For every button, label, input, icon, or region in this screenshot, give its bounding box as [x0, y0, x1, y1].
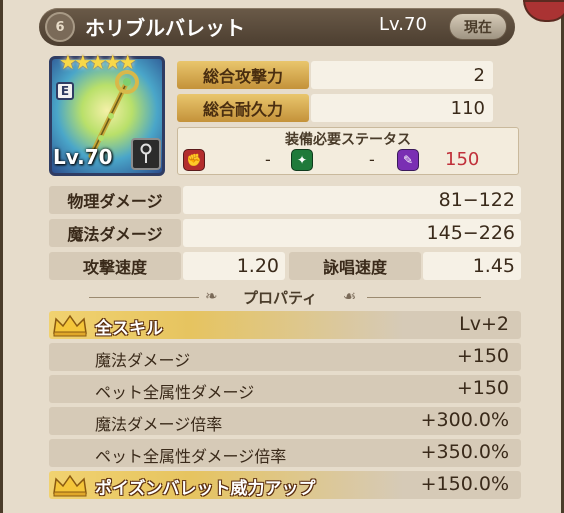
property-name: 全スキル	[95, 319, 163, 339]
grade-badge: E	[56, 82, 74, 100]
properties-title: プロパティ	[243, 289, 318, 307]
total-attack-value: 2	[311, 61, 493, 89]
total-durability-label: 総合耐久力	[177, 94, 309, 122]
crown-icon	[53, 474, 87, 497]
item-detail-panel: 6 ホリブルバレット Lv.70 現在 ★★★★★ E Lv.70 総合攻撃力 …	[0, 0, 564, 513]
property-name: 魔法ダメージ倍率	[95, 415, 223, 434]
magic-damage-value: 145−226	[183, 219, 521, 247]
divider-left	[89, 297, 199, 298]
lock-icon[interactable]: 6	[45, 12, 75, 42]
total-durability-value: 110	[311, 94, 493, 122]
key-icon[interactable]	[131, 138, 161, 170]
current-button[interactable]: 現在	[449, 13, 507, 40]
property-value: Lv+2	[459, 313, 509, 335]
cast-speed-value: 1.45	[423, 252, 521, 280]
item-level: Lv.70	[379, 14, 427, 35]
physical-damage-label: 物理ダメージ	[49, 186, 181, 214]
property-name: ポイズンバレット威力アップ	[95, 479, 316, 499]
property-name: ペット全属性ダメージ	[95, 383, 255, 402]
intelligence-icon: ✎	[397, 149, 419, 171]
physical-damage-value: 81−122	[183, 186, 521, 214]
strength-requirement: -	[265, 150, 271, 169]
property-value: +150	[456, 377, 509, 399]
ornament-right-icon: ☙	[343, 287, 357, 305]
total-attack-label: 総合攻撃力	[177, 61, 309, 89]
property-value: +150	[456, 345, 509, 367]
item-name: ホリブルバレット	[85, 16, 245, 40]
property-name: 魔法ダメージ	[95, 351, 191, 370]
cast-speed-label: 詠唱速度	[289, 252, 421, 280]
requirements-title: 装備必要ステータス	[285, 132, 411, 148]
crown-icon	[53, 314, 87, 337]
attack-speed-value: 1.20	[183, 252, 285, 280]
item-icon-level: Lv.70	[53, 145, 113, 169]
property-name: ペット全属性ダメージ倍率	[95, 447, 287, 466]
divider-right	[367, 297, 481, 298]
ornament-left-icon: ❧	[205, 287, 218, 305]
magic-damage-label: 魔法ダメージ	[49, 219, 181, 247]
attack-speed-label: 攻撃速度	[49, 252, 181, 280]
property-value: +300.0%	[420, 409, 509, 431]
property-value: +150.0%	[420, 473, 509, 495]
property-value: +350.0%	[420, 441, 509, 463]
strength-icon: ✊	[183, 149, 205, 171]
dexterity-requirement: -	[369, 150, 375, 169]
intelligence-requirement: 150	[445, 149, 480, 170]
dexterity-icon: ✦	[291, 149, 313, 171]
corner-ornament	[523, 0, 564, 22]
rarity-stars: ★★★★★	[59, 50, 137, 74]
